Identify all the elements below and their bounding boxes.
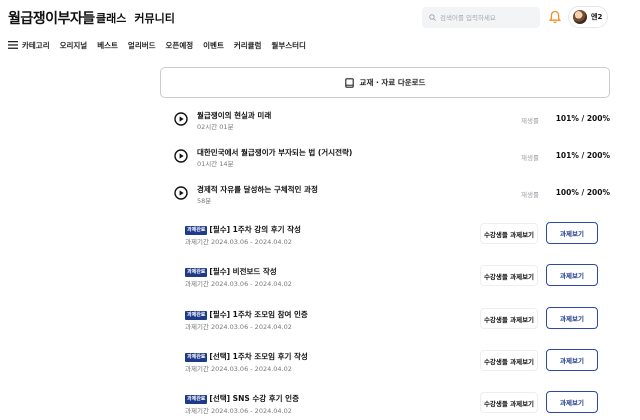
assignment-title-line: 과제완료 [선택] SNS 수강 후기 인증 [185, 393, 299, 404]
nav-study[interactable]: 월부스터디 [271, 40, 306, 51]
lecture-status-label: 재생률 [521, 191, 539, 199]
play-icon[interactable] [174, 112, 188, 126]
assignment-row: 과제완료 [필수] 비전보드 작성 과제기간 2024.03.06 - 2024.… [185, 264, 610, 290]
assignment-period: 과제기간 2024.03.06 - 2024.04.02 [185, 280, 292, 288]
nav-original[interactable]: 오리지널 [60, 40, 88, 51]
lecture-row[interactable]: 월급쟁이의 현실과 미래 02시간 01분 재생률 101% / 200% [174, 110, 610, 136]
menu-icon[interactable] [8, 41, 18, 49]
lecture-status-label: 재생률 [521, 117, 539, 125]
assignment-title: [필수] 1주차 조모임 참여 인증 [209, 310, 308, 319]
category-nav: 카테고리 오리지널 베스트 얼리버드 오픈예정 이벤트 커리큘럼 월부스터디 [8, 38, 316, 52]
lecture-duration: 58분 [197, 197, 212, 205]
view-assignment-button[interactable]: 과제보기 [546, 264, 598, 286]
assignment-period: 과제기간 2024.03.06 - 2024.04.02 [185, 407, 292, 415]
assignment-row: 과제완료 [필수] 1주차 강의 후기 작성 과제기간 2024.03.06 - … [185, 222, 610, 248]
assignment-title: [필수] 비전보드 작성 [209, 267, 277, 276]
nav-coming-soon[interactable]: 오픈예정 [166, 40, 194, 51]
lecture-status-label: 재생률 [521, 154, 539, 162]
assignment-period: 과제기간 2024.03.06 - 2024.04.02 [185, 238, 292, 246]
assignment-title-line: 과제완료 [필수] 1주차 조모임 참여 인증 [185, 309, 308, 320]
search-icon [429, 14, 436, 21]
lecture-progress: 101% / 200% [555, 151, 610, 160]
assignment-row: 과제완료 [선택] SNS 수강 후기 인증 과제기간 2024.03.06 - … [185, 391, 610, 417]
status-badge: 과제완료 [185, 352, 208, 362]
nav-category[interactable]: 카테고리 [22, 40, 50, 51]
view-others-assignments-button[interactable]: 수강생들 과제보기 [480, 223, 538, 244]
lecture-title: 경제적 자유를 달성하는 구체적인 과정 [197, 185, 318, 194]
play-icon[interactable] [174, 149, 188, 163]
bell-icon[interactable] [549, 10, 561, 24]
search-input[interactable] [440, 13, 532, 22]
view-assignment-button[interactable]: 과제보기 [546, 307, 598, 329]
profile-name: 엔2 [591, 13, 603, 21]
view-assignment-button[interactable]: 과제보기 [546, 349, 598, 371]
play-icon[interactable] [174, 186, 188, 200]
view-others-assignments-button[interactable]: 수강생들 과제보기 [480, 265, 538, 286]
lecture-title: 대한민국에서 월급쟁이가 부자되는 법 (거시전략) [197, 148, 353, 157]
assignment-period: 과제기간 2024.03.06 - 2024.04.02 [185, 323, 292, 331]
nav-best[interactable]: 베스트 [97, 40, 118, 51]
lecture-progress: 100% / 200% [555, 188, 610, 197]
assignment-row: 과제완료 [선택] 1주차 조모임 후기 작성 과제기간 2024.03.06 -… [185, 349, 610, 375]
status-badge: 과제완료 [185, 310, 208, 320]
search-box[interactable] [422, 7, 540, 28]
assignment-title-line: 과제완료 [필수] 1주차 강의 후기 작성 [185, 224, 301, 235]
profile-button[interactable]: 엔2 [568, 6, 608, 28]
assignment-period: 과제기간 2024.03.06 - 2024.04.02 [185, 365, 292, 373]
assignment-title: [필수] 1주차 강의 후기 작성 [209, 225, 301, 234]
nav-event[interactable]: 이벤트 [203, 40, 224, 51]
assignment-title-line: 과제완료 [선택] 1주차 조모임 후기 작성 [185, 351, 308, 362]
view-others-assignments-button[interactable]: 수강생들 과제보기 [480, 350, 538, 371]
assignment-title: [선택] SNS 수강 후기 인증 [209, 394, 299, 403]
top-nav: 클래스 커뮤니티 [96, 10, 175, 26]
download-label: 교재 · 자료 다운로드 [359, 78, 426, 87]
top-header: 월급쟁이부자들 클래스 커뮤니티 엔2 [0, 0, 640, 36]
status-badge: 과제완료 [185, 225, 208, 235]
status-badge: 과제완료 [185, 394, 208, 404]
assignment-row: 과제완료 [필수] 1주차 조모임 참여 인증 과제기간 2024.03.06 -… [185, 307, 610, 333]
lecture-duration: 01시간 14분 [197, 160, 234, 168]
avatar [573, 10, 587, 24]
nav-earlybird[interactable]: 얼리버드 [128, 40, 156, 51]
nav-curriculum[interactable]: 커리큘럼 [234, 40, 262, 51]
assignment-title: [선택] 1주차 조모임 후기 작성 [209, 352, 308, 361]
lecture-duration: 02시간 01분 [197, 123, 234, 131]
lecture-row[interactable]: 경제적 자유를 달성하는 구체적인 과정 58분 재생률 100% / 200% [174, 184, 610, 210]
view-others-assignments-button[interactable]: 수강생들 과제보기 [480, 392, 538, 413]
view-others-assignments-button[interactable]: 수강생들 과제보기 [480, 308, 538, 329]
view-assignment-button[interactable]: 과제보기 [546, 391, 598, 413]
lecture-row[interactable]: 대한민국에서 월급쟁이가 부자되는 법 (거시전략) 01시간 14분 재생률 … [174, 147, 610, 173]
view-assignment-button[interactable]: 과제보기 [546, 222, 598, 244]
lecture-progress: 101% / 200% [555, 114, 610, 123]
book-icon [344, 77, 354, 88]
assignment-title-line: 과제완료 [필수] 비전보드 작성 [185, 266, 277, 277]
download-materials-button[interactable]: 교재 · 자료 다운로드 [160, 67, 610, 98]
nav-community[interactable]: 커뮤니티 [134, 10, 174, 26]
lecture-title: 월급쟁이의 현실과 미래 [197, 111, 272, 120]
site-logo[interactable]: 월급쟁이부자들 [8, 8, 95, 28]
status-badge: 과제완료 [185, 267, 208, 277]
nav-class[interactable]: 클래스 [96, 10, 126, 26]
